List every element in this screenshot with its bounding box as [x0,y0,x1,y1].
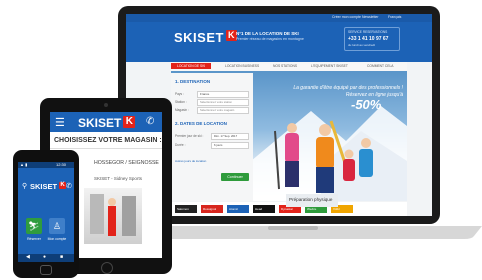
create-account-link[interactable]: Créer mon compte [332,15,361,19]
call-hours: du lundi au vendredi [348,43,376,47]
other-days-link[interactable]: Autres jours de location [175,159,206,163]
nav-equipment[interactable]: L'EQUIPEMENT SKISET [311,64,348,68]
language-link[interactable]: Français [388,15,401,19]
hamburger-icon[interactable]: ☰ [55,116,65,129]
nav-stations[interactable]: NOS STATIONS [273,64,297,68]
continue-button[interactable]: Continuer [221,173,249,181]
phone-status-bar: ▲ ▮ 12:30 [18,162,74,168]
book-label: Réserver [27,237,41,241]
status-time: 12:30 [56,162,67,167]
phone-device: ▲ ▮ 12:30 ⚲ SKISET K ✆ ⛷ ♙ Réserver Mon c… [13,150,79,278]
phone-home-button[interactable] [40,265,52,275]
tablet-logo[interactable]: SKISET K [78,116,136,130]
country-label: Pays : [175,92,184,96]
home-icon[interactable]: ● [43,254,46,260]
skier-icon[interactable]: ⛷ [26,218,42,234]
header-subtagline: Premier réseau de magasins en montagne [236,37,304,41]
call-phone-number: +33 1 41 10 97 67 [348,36,389,42]
user-icon[interactable]: ♙ [49,218,65,234]
shop-photo [84,188,142,244]
brand-logo[interactable]: Atomic [227,205,249,213]
brand-logo[interactable]: Head [253,205,275,213]
header-tagline: N°1 DE LA LOCATION DE SKI [236,31,299,36]
phone-icon[interactable]: ✆ [66,182,72,190]
promo-line-2: Réservez en ligne jusqu'à [345,92,403,98]
duration-label: Durée : [175,143,186,147]
back-icon[interactable]: ◀ [26,254,30,260]
promo-line-1: La garantie d'être équipé par des profes… [293,85,403,91]
station-label: Station : [175,100,187,104]
phone-screen: ▲ ▮ 12:30 ⚲ SKISET K ✆ ⛷ ♙ Réserver Mon c… [18,162,74,262]
logo-mark: K [123,116,136,128]
newsletter-link[interactable]: Newsletter [362,15,379,19]
station-select[interactable]: Sélectionnez votre station [197,99,249,106]
shop-subtitle: SKISET - Sidney Sports [94,176,142,181]
dates-heading: 2. DATES DE LOCATION [175,121,227,126]
booking-form: 1. DESTINATION Pays : France Station : S… [171,73,253,201]
duration-select[interactable]: 6 jours [211,142,249,149]
destination-heading: 1. DESTINATION [175,79,211,84]
brand-logo[interactable]: Rossignol [201,205,223,213]
promo-banner[interactable]: Préparation physique [286,194,338,207]
site-logo[interactable]: SKISET K [174,30,237,45]
shop-name[interactable]: HOSSEGOR / SEIGNOSSE [94,160,159,166]
promo-discount: -50% [351,97,382,112]
status-signal: ▲ ▮ [20,162,28,167]
shop-label: Magasin : [175,108,189,112]
account-label: Mon compte [47,237,67,241]
country-select[interactable]: France [197,91,249,98]
divider [50,148,162,149]
tablet-home-button[interactable] [101,262,113,274]
nav-ski-rental[interactable]: LOCATION DE SKI [171,63,212,69]
hero-banner: 1. DESTINATION Pays : France Station : S… [171,71,407,201]
nav-business[interactable]: LOCATION BUSINESS [225,64,259,68]
location-pin-icon[interactable]: ⚲ [22,182,27,190]
phone-logo[interactable]: SKISET K [30,182,67,191]
phone-nav-bar: ◀ ● ■ [18,254,74,262]
phone-icon[interactable]: ✆ [146,116,154,127]
shop-select[interactable]: Sélectionnez votre magasin [197,107,249,114]
promo-banner-text: Préparation physique [289,197,333,202]
tablet-camera [104,103,108,107]
choose-shop-heading: CHOISISSEZ VOTRE MAGASIN : [54,137,162,144]
first-day-label: Premier jour de ski : [175,134,204,138]
brand-logo[interactable]: Salomon [175,205,197,213]
call-label: SERVICE RESERVATIONS [348,30,388,34]
first-day-input[interactable]: Dim. 17 Sep. 2017 [211,133,249,140]
call-center-box[interactable]: SERVICE RESERVATIONS +33 1 41 10 97 67 d… [344,27,400,51]
shop-photo-illustration [90,194,136,236]
nav-how-it-works[interactable]: COMMENT CELA [367,64,394,68]
top-utility-bar: Créer mon compte Newsletter Français [126,14,432,22]
menu-icon[interactable]: ■ [60,254,63,260]
